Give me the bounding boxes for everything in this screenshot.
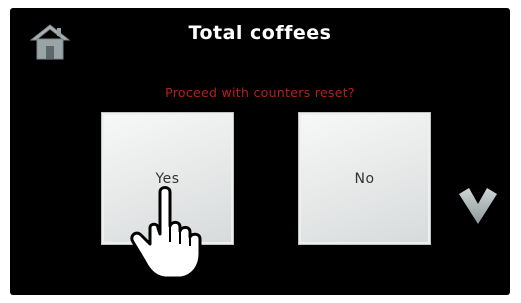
chevron-down-icon — [459, 188, 497, 224]
pointing-hand-icon — [130, 186, 202, 280]
no-button[interactable]: No — [298, 112, 431, 245]
touch-screen: Total coffees Proceed with counters rese… — [10, 8, 510, 295]
page-title: Total coffees — [188, 22, 332, 44]
confirmation-prompt: Proceed with counters reset? — [165, 85, 355, 100]
no-button-label: No — [354, 171, 375, 187]
device-bezel: Total coffees Proceed with counters rese… — [0, 0, 521, 303]
scroll-down-button[interactable] — [457, 184, 499, 236]
